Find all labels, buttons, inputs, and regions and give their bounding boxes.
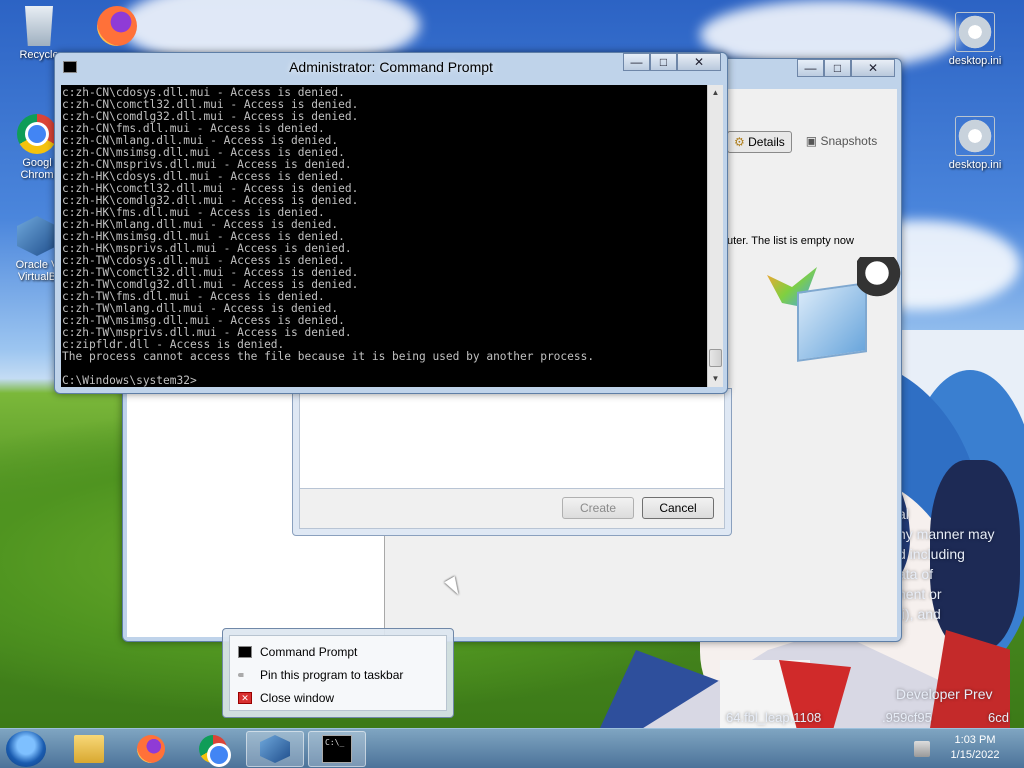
- vb-toolbar: ⚙ Details ▣ Snapshots: [727, 131, 883, 153]
- camera-icon: ▣: [805, 134, 818, 148]
- network-icon[interactable]: [914, 741, 930, 757]
- virtualbox-icon: [17, 216, 57, 256]
- dialog-body: [299, 393, 725, 489]
- maximize-button[interactable]: □: [650, 53, 677, 71]
- chrome-icon: [199, 735, 228, 764]
- taskbar: C:\_ 1:03 PM 1/15/2022: [0, 728, 1024, 768]
- wallpaper-text: ny manner may: [898, 526, 995, 542]
- vertical-scrollbar[interactable]: ▲ ▼: [707, 85, 723, 387]
- desktop-icon-label: desktop.ini: [948, 55, 1002, 67]
- cmd-icon: [238, 646, 252, 658]
- gear-icon: ⚙: [734, 135, 745, 149]
- scroll-thumb[interactable]: [709, 349, 722, 367]
- desktop-icon-label: desktop.ini: [948, 159, 1002, 171]
- wallpaper-text: 64.fbl_leap.1108: [726, 710, 822, 725]
- desktop-icon-desktop-ini[interactable]: desktop.ini: [940, 116, 1010, 171]
- jump-item-command-prompt[interactable]: Command Prompt: [238, 642, 357, 662]
- scroll-down-arrow-icon[interactable]: ▼: [708, 371, 723, 387]
- system-clock[interactable]: 1:03 PM 1/15/2022: [940, 733, 1010, 763]
- wallpaper-text: .959cf95: [882, 710, 932, 725]
- settings-file-icon: [955, 116, 995, 156]
- minimize-button[interactable]: —: [623, 53, 650, 71]
- details-button[interactable]: ⚙ Details: [727, 131, 792, 153]
- pin-icon: [238, 673, 252, 677]
- snapshots-button[interactable]: ▣ Snapshots: [800, 131, 883, 153]
- cmd-icon: C:\_: [322, 735, 352, 763]
- taskbar-explorer[interactable]: [60, 731, 118, 767]
- jump-item-label: Command Prompt: [260, 645, 358, 659]
- clock-date: 1/15/2022: [950, 749, 1000, 761]
- jump-item-label: Close window: [260, 691, 335, 705]
- jump-item-pin[interactable]: Pin this program to taskbar: [238, 665, 403, 685]
- dialog-footer: Create Cancel: [299, 489, 725, 529]
- wallpaper-text: Developer Prev: [896, 686, 993, 702]
- clock-time: 1:03 PM: [954, 734, 996, 746]
- command-prompt-window[interactable]: Administrator: Command Prompt — □ ✕ c:zh…: [54, 52, 728, 394]
- caption-buttons: — □ ✕: [623, 53, 721, 71]
- taskbar-command-prompt[interactable]: C:\_: [308, 731, 366, 767]
- maximize-button[interactable]: □: [824, 59, 851, 77]
- firefox-icon: [137, 735, 165, 763]
- close-window-icon: ✕: [238, 692, 252, 704]
- wallpaper-text: d including: [898, 546, 965, 562]
- details-label: Details: [748, 135, 785, 149]
- minimize-button[interactable]: —: [797, 59, 824, 77]
- virtualbox-icon: [260, 735, 290, 763]
- cancel-button[interactable]: Cancel: [642, 497, 714, 519]
- empty-list-message: uter. The list is empty now: [727, 235, 854, 247]
- wallpaper-text: 6cd: [988, 710, 1009, 725]
- caption-buttons: — □ ✕: [797, 59, 895, 77]
- create-vm-dialog[interactable]: Create Cancel: [292, 388, 732, 536]
- scroll-up-arrow-icon[interactable]: ▲: [708, 85, 723, 101]
- snapshots-label: Snapshots: [820, 134, 878, 148]
- taskbar-chrome[interactable]: [184, 731, 242, 767]
- wallpaper-text: nent or: [898, 586, 942, 602]
- taskbar-virtualbox[interactable]: [246, 731, 304, 767]
- close-button[interactable]: ✕: [677, 53, 721, 71]
- desktop-icon-firefox[interactable]: [82, 6, 152, 49]
- console-output[interactable]: c:zh-CN\cdosys.dll.mui - Access is denie…: [61, 85, 707, 387]
- wallpaper-text: ata of: [898, 566, 934, 582]
- close-button[interactable]: ✕: [851, 59, 895, 77]
- firefox-icon: [97, 6, 137, 46]
- chrome-icon: [17, 114, 57, 154]
- taskbar-jump-list: Command Prompt Pin this program to taskb…: [222, 628, 454, 718]
- recycle-bin-icon: [25, 6, 53, 46]
- settings-file-icon: [955, 12, 995, 52]
- jump-item-label: Pin this program to taskbar: [260, 668, 404, 682]
- desktop-icon-desktop-ini[interactable]: desktop.ini: [940, 12, 1010, 67]
- virtualbox-welcome-illustration: [767, 257, 917, 397]
- title-bar[interactable]: Administrator: Command Prompt — □ ✕: [55, 53, 727, 81]
- folder-icon: [74, 735, 104, 763]
- jump-list-body: Command Prompt Pin this program to taskb…: [229, 635, 447, 711]
- start-button[interactable]: [6, 731, 46, 767]
- create-button[interactable]: Create: [562, 497, 634, 519]
- console-text: c:zh-CN\cdosys.dll.mui - Access is denie…: [62, 86, 595, 387]
- taskbar-firefox[interactable]: [122, 731, 180, 767]
- jump-item-close-window[interactable]: ✕ Close window: [238, 688, 334, 708]
- wallpaper-text: ti), and: [898, 606, 941, 622]
